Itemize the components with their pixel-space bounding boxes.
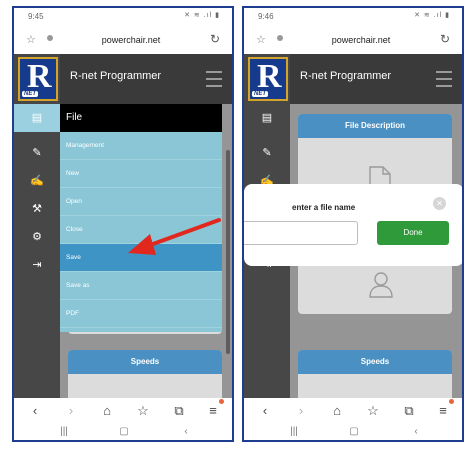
- dialog-title: enter a file name: [292, 203, 356, 212]
- browser-bottom-nav: ‹ › ⌂ ☆ ⧉ ≡: [14, 398, 232, 424]
- tabs-icon[interactable]: ⧉: [170, 402, 188, 420]
- phone-screenshot-right: 9:46 ✕ ≋ .ıl ▮ ☆ powerchair.net ↻ R NET …: [242, 6, 464, 442]
- wrench-icon[interactable]: ⚒: [14, 196, 60, 222]
- app-area: R NET ▤ ✎ ✍ ⚒ ⚙ ⇥ R-net Programmer Speed…: [14, 54, 232, 398]
- app-title: R-net Programmer: [300, 70, 392, 82]
- sidebar: R NET ▤ ✎ ✍ ⚒ ⚙ ⇥: [14, 54, 60, 398]
- system-nav: ||| ▢ ‹: [14, 424, 232, 440]
- file-menu: File Management New Open Close Save Save…: [60, 104, 222, 306]
- hamburger-menu-icon[interactable]: [436, 71, 452, 92]
- forward-icon[interactable]: ›: [292, 402, 310, 420]
- file-name-input[interactable]: [244, 221, 358, 245]
- back-icon[interactable]: ‹: [256, 402, 274, 420]
- file-icon[interactable]: ▤: [14, 105, 60, 131]
- recents-icon[interactable]: |||: [284, 426, 304, 437]
- speeds-panel-header[interactable]: Speeds: [298, 350, 452, 374]
- speeds-panel: Speeds: [68, 350, 222, 398]
- status-bar: 9:46 ✕ ≋ .ıl ▮: [244, 8, 462, 26]
- home-icon[interactable]: ⌂: [98, 402, 116, 420]
- menu-item-save[interactable]: Save: [60, 244, 222, 272]
- pencil-icon[interactable]: ✎: [244, 140, 290, 166]
- reload-icon[interactable]: ↻: [210, 32, 220, 46]
- file-description-header[interactable]: File Description: [298, 114, 452, 138]
- menu-item-pdf[interactable]: PDF: [60, 300, 222, 328]
- speeds-panel-header[interactable]: Speeds: [68, 350, 222, 374]
- app-header: R-net Programmer: [60, 54, 232, 104]
- app-title: R-net Programmer: [70, 70, 162, 82]
- signature-icon[interactable]: ✍: [14, 168, 60, 194]
- forward-icon[interactable]: ›: [62, 402, 80, 420]
- menu-item-save-as[interactable]: Save as: [60, 272, 222, 300]
- url-text[interactable]: powerchair.net: [294, 35, 428, 45]
- back-icon[interactable]: ‹: [26, 402, 44, 420]
- file-name-dialog: enter a file name ✕ Done: [244, 184, 462, 266]
- bookmark-star-icon[interactable]: ☆: [26, 33, 36, 46]
- system-nav: ||| ▢ ‹: [244, 424, 462, 440]
- speeds-panel: Speeds: [298, 350, 452, 398]
- file-icon[interactable]: ▤: [244, 105, 290, 131]
- pencil-icon[interactable]: ✎: [14, 140, 60, 166]
- notification-dot: [449, 399, 454, 404]
- home-button-icon[interactable]: ▢: [344, 426, 364, 437]
- close-icon[interactable]: ✕: [433, 197, 446, 210]
- browser-url-bar[interactable]: ☆ powerchair.net ↻: [14, 28, 232, 54]
- exit-icon[interactable]: ⇥: [14, 252, 60, 278]
- menu-overflow: PDF: [60, 306, 222, 332]
- status-icons: ✕ ≋ .ıl ▮: [414, 12, 450, 19]
- rnet-logo: R NET: [248, 57, 288, 101]
- url-text[interactable]: powerchair.net: [64, 35, 198, 45]
- menu-item-open[interactable]: Open: [60, 188, 222, 216]
- scrollbar[interactable]: [226, 150, 230, 354]
- status-icons: ✕ ≋ .ıl ▮: [184, 12, 220, 19]
- bookmark-star-icon[interactable]: ☆: [256, 33, 266, 46]
- bookmark-icon[interactable]: ☆: [134, 402, 152, 420]
- hamburger-menu-icon[interactable]: [206, 71, 222, 92]
- done-button[interactable]: Done: [377, 221, 449, 245]
- menu-icon[interactable]: ≡: [434, 402, 452, 420]
- gear-icon[interactable]: ⚙: [14, 224, 60, 250]
- back-button-icon[interactable]: ‹: [406, 426, 426, 437]
- home-button-icon[interactable]: ▢: [114, 426, 134, 437]
- app-header: R-net Programmer: [290, 54, 462, 104]
- menu-item-close[interactable]: Close: [60, 216, 222, 244]
- status-time: 9:45: [28, 12, 44, 21]
- rnet-logo: R NET: [18, 57, 58, 101]
- status-bar: 9:45 ✕ ≋ .ıl ▮: [14, 8, 232, 26]
- file-menu-header: File: [60, 104, 222, 132]
- user-icon: [369, 272, 393, 298]
- logo-subtext: NET: [22, 91, 38, 97]
- browser-bottom-nav: ‹ › ⌂ ☆ ⧉ ≡: [244, 398, 462, 424]
- site-info-icon[interactable]: [277, 35, 283, 41]
- tabs-icon[interactable]: ⧉: [400, 402, 418, 420]
- browser-url-bar[interactable]: ☆ powerchair.net ↻: [244, 28, 462, 54]
- menu-icon[interactable]: ≡: [204, 402, 222, 420]
- notification-dot: [219, 399, 224, 404]
- site-info-icon[interactable]: [47, 35, 53, 41]
- bookmark-icon[interactable]: ☆: [364, 402, 382, 420]
- menu-item-management[interactable]: Management: [60, 132, 222, 160]
- back-button-icon[interactable]: ‹: [176, 426, 196, 437]
- logo-subtext: NET: [252, 91, 268, 97]
- reload-icon[interactable]: ↻: [440, 32, 450, 46]
- home-icon[interactable]: ⌂: [328, 402, 346, 420]
- menu-item-new[interactable]: New: [60, 160, 222, 188]
- status-time: 9:46: [258, 12, 274, 21]
- recents-icon[interactable]: |||: [54, 426, 74, 437]
- phone-screenshot-left: 9:45 ✕ ≋ .ıl ▮ ☆ powerchair.net ↻ R NET …: [12, 6, 234, 442]
